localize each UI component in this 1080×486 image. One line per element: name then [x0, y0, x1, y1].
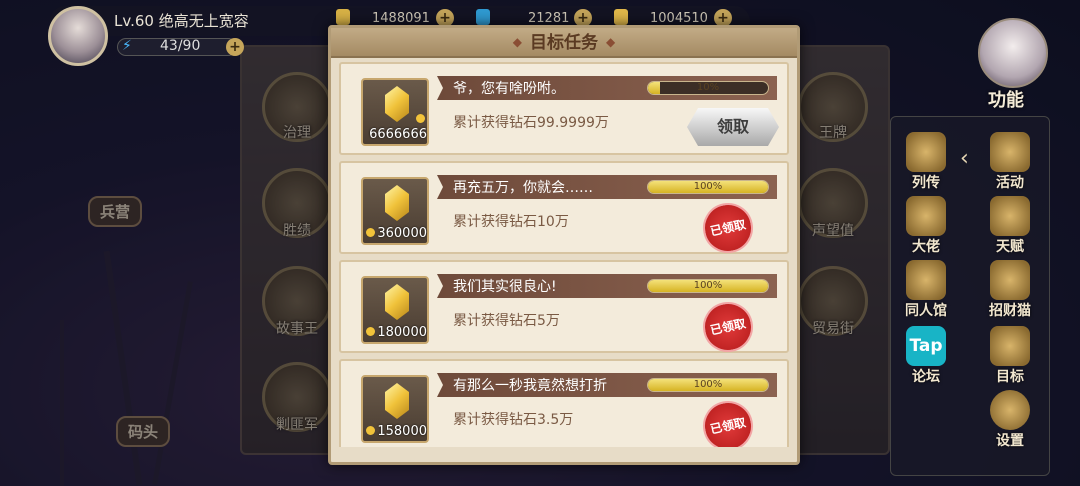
gold-icon	[336, 9, 350, 25]
claimed-stamp: 已领取	[698, 297, 758, 357]
side-item-bigshot[interactable]: 大佬	[896, 196, 956, 256]
claimed-stamp: 已领取	[698, 198, 758, 258]
side-item-forum[interactable]: Tap 论坛	[896, 326, 956, 386]
task-name: 有那么一秒我竟然想打折	[453, 378, 607, 394]
diamond-ornament-icon: ◆	[512, 35, 522, 49]
gold-gem-icon	[385, 284, 409, 320]
side-item-fan-hall[interactable]: 同人馆	[896, 260, 956, 320]
side-item-talent[interactable]: 天赋	[980, 196, 1040, 256]
taptap-icon: Tap	[906, 326, 946, 366]
function-avatar[interactable]	[978, 18, 1048, 88]
energy-value: 43/90	[160, 38, 201, 54]
progress-text: 10%	[696, 82, 720, 93]
gold-value: 1488091	[372, 11, 430, 26]
reward-item[interactable]: 360000	[361, 177, 429, 245]
coin-icon	[416, 114, 425, 123]
progress-bar: 100%	[647, 180, 769, 194]
reward-item[interactable]: 158000	[361, 375, 429, 443]
chevron-left-icon[interactable]: ‹	[960, 146, 969, 171]
gold-gem-icon	[385, 185, 409, 221]
progress-text: 100%	[693, 379, 723, 390]
gold-gem-icon	[385, 383, 409, 419]
wings-icon	[990, 196, 1030, 236]
reward-amount: 180000	[377, 325, 427, 340]
task-description: 累计获得钻石99.9999万	[453, 115, 609, 131]
star-badge-icon	[990, 132, 1030, 172]
task-name: 再充五万，你就会……	[453, 180, 593, 196]
reward-amount: 6666666	[369, 127, 427, 142]
progress-bar: 100%	[647, 378, 769, 392]
coin-icon	[366, 327, 376, 336]
progress-bar: 100%	[647, 279, 769, 293]
progress-text: 100%	[693, 181, 723, 192]
reward-item[interactable]: 6666666	[361, 78, 429, 146]
modal-header: ◆ 目标任务 ◆	[331, 28, 797, 58]
reward-item[interactable]: 180000	[361, 276, 429, 344]
task-row: 158000 有那么一秒我竟然想打折 100% 累计获得钻石3.5万 已领取	[339, 359, 789, 447]
claimed-stamp: 已领取	[698, 396, 758, 447]
player-level: Lv.60 绝高无上宽容	[114, 12, 249, 30]
player-avatar[interactable]	[48, 6, 108, 66]
add-energy-button[interactable]: +	[226, 38, 244, 56]
side-item-events[interactable]: 活动	[980, 132, 1040, 192]
task-description: 累计获得钻石10万	[453, 214, 569, 230]
task-row: 180000 我们其实很良心! 100% 累计获得钻石5万 已领取	[339, 260, 789, 357]
task-list[interactable]: 6666666 爷，您有啥吩咐。 10% 累计获得钻石99.9999万 领取 3…	[339, 62, 789, 447]
gear-icon	[990, 390, 1030, 430]
side-item-goals[interactable]: 目标	[980, 326, 1040, 386]
trophy-icon	[990, 326, 1030, 366]
lucky-cat-icon	[990, 260, 1030, 300]
task-row: 360000 再充五万，你就会…… 100% 累计获得钻石10万 已领取	[339, 161, 789, 258]
coin-icon	[366, 426, 376, 435]
reward-amount: 360000	[377, 226, 427, 241]
hall-icon	[906, 260, 946, 300]
progress-bar: 10%	[647, 81, 769, 95]
gem-value: 21281	[528, 11, 570, 26]
diamond-ornament-icon: ◆	[606, 35, 616, 49]
coin-icon	[614, 9, 628, 25]
function-label[interactable]: 功能	[988, 86, 1024, 112]
coin-icon	[366, 228, 376, 237]
character-icon	[906, 196, 946, 236]
reward-amount: 158000	[377, 424, 427, 439]
coin-value: 1004510	[650, 11, 708, 26]
task-description: 累计获得钻石3.5万	[453, 412, 574, 428]
progress-text: 100%	[693, 280, 723, 291]
side-item-settings[interactable]: 设置	[980, 390, 1040, 450]
task-row: 6666666 爷，您有啥吩咐。 10% 累计获得钻石99.9999万 领取	[339, 62, 789, 155]
lightning-icon: ⚡	[122, 38, 132, 54]
claim-button[interactable]: 领取	[687, 108, 779, 146]
goal-tasks-modal: ◆ 目标任务 ◆ 6666666 爷，您有啥吩咐。 10% 累计获得钻石99.999…	[328, 25, 800, 465]
task-name: 我们其实很良心!	[453, 279, 557, 295]
task-description: 累计获得钻石5万	[453, 313, 560, 329]
task-name: 爷，您有啥吩咐。	[453, 81, 565, 97]
gem-icon	[476, 9, 490, 25]
book-icon	[906, 132, 946, 172]
side-item-biography[interactable]: 列传	[896, 132, 956, 192]
side-item-lucky-cat[interactable]: 招财猫	[980, 260, 1040, 320]
modal-title: 目标任务	[530, 33, 598, 53]
